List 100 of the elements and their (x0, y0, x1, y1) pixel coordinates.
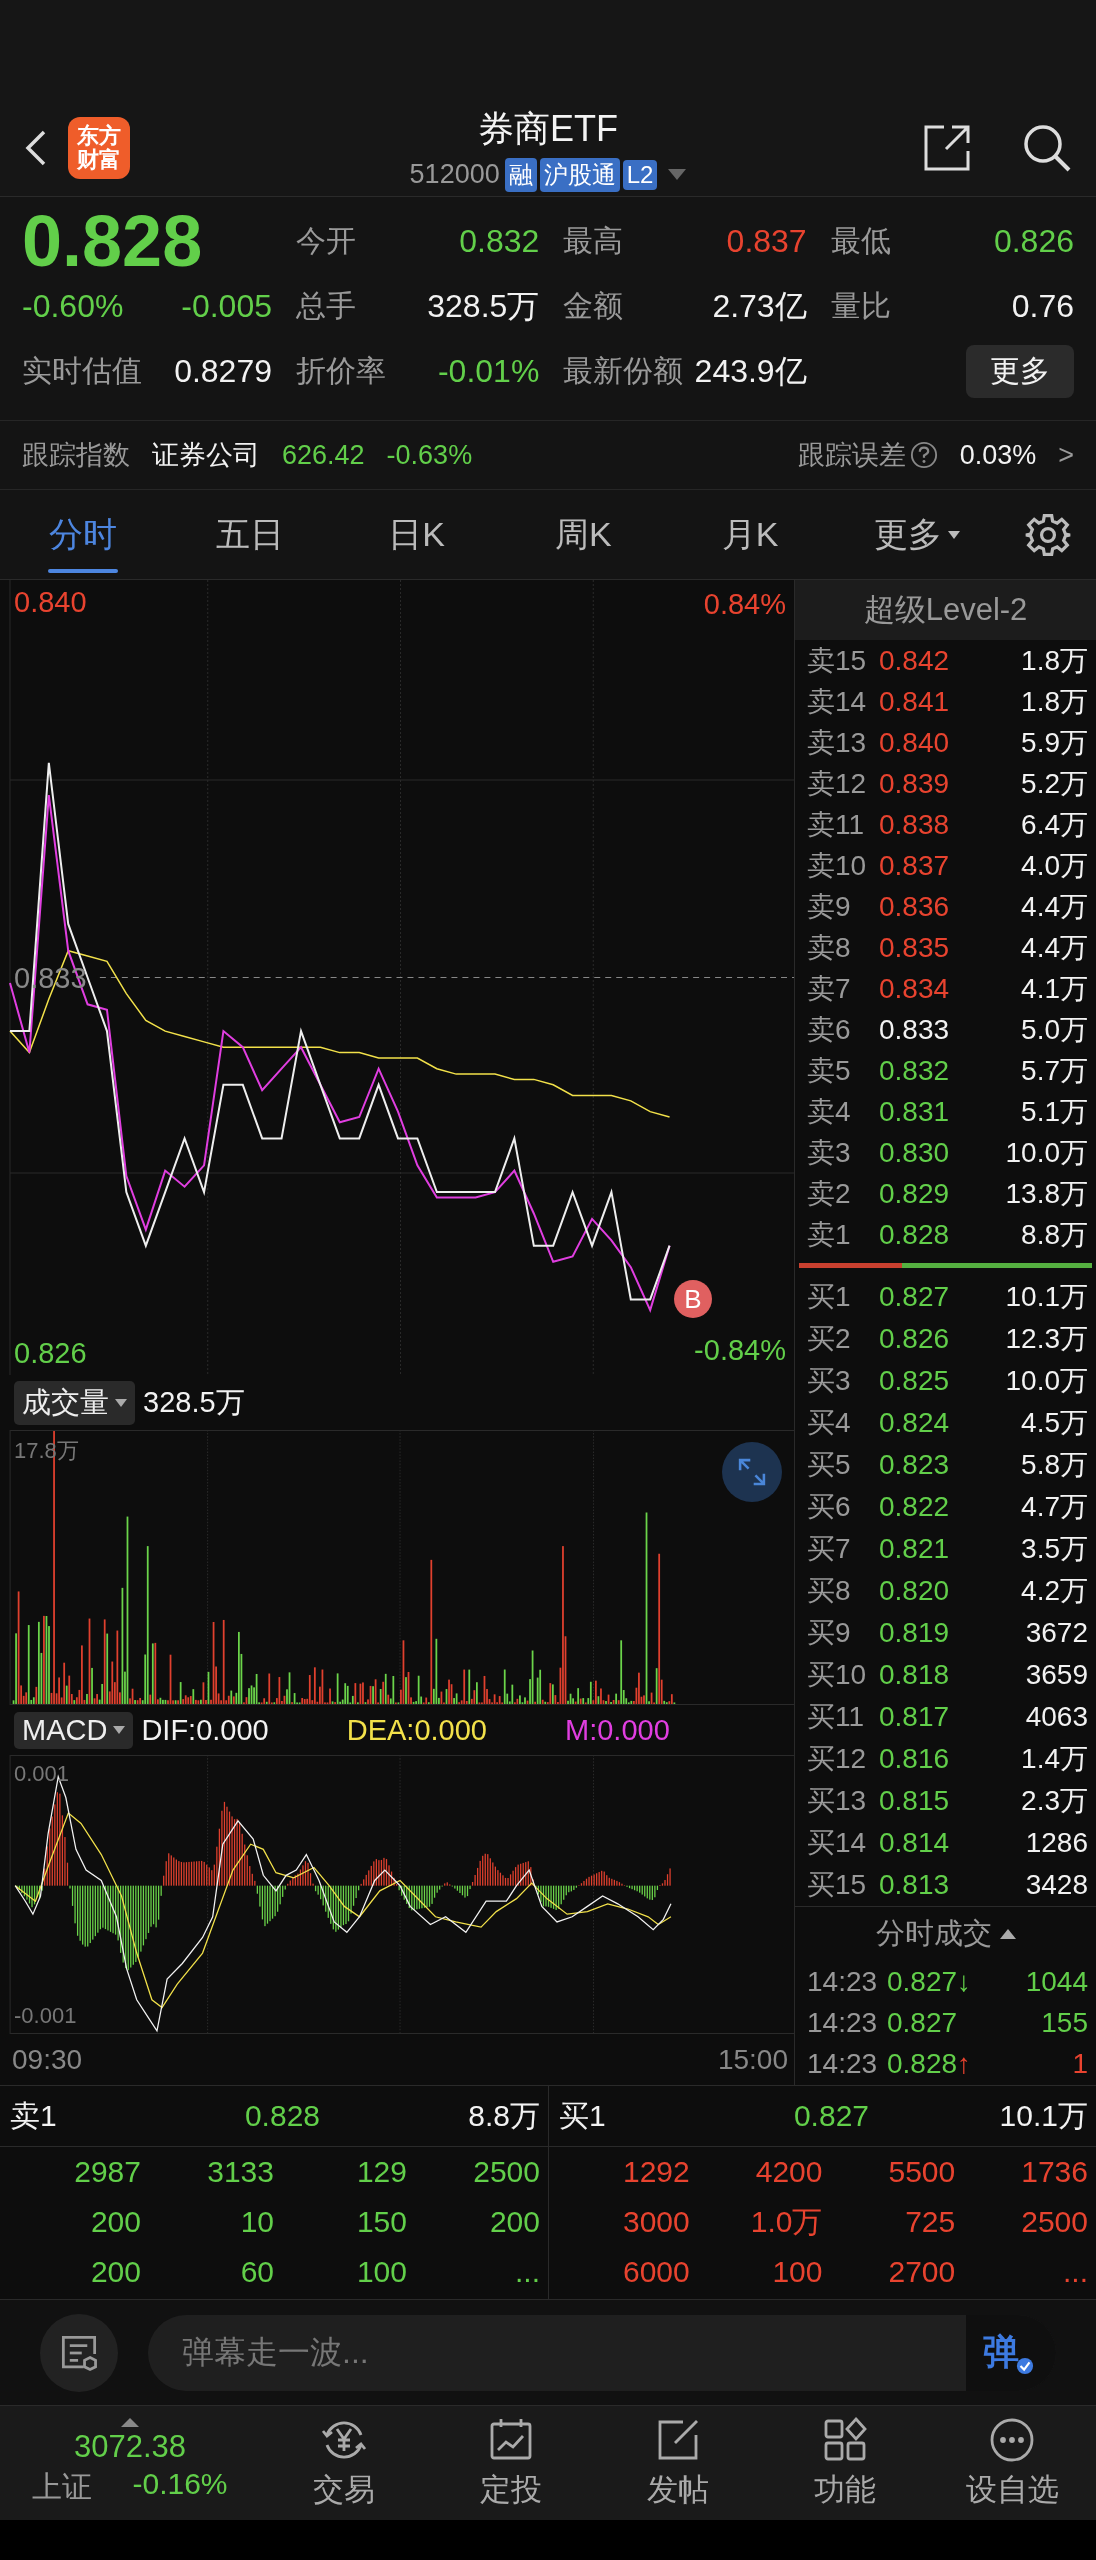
trades-title[interactable]: 分时成交 (875, 1914, 992, 1954)
quote-label: 最低 (830, 223, 891, 259)
market-tag: 融 (504, 157, 537, 192)
index-change: -0.16% (132, 2467, 228, 2502)
time-label: 09:30 (12, 2044, 83, 2076)
bid-price: 0.825 (879, 1365, 951, 1397)
quote-value: 0.826 (993, 223, 1074, 260)
trade-volume: 1 (1071, 2047, 1088, 2080)
index-name: 上证 (32, 2469, 93, 2505)
tick-volume: 10.1万 (998, 2097, 1088, 2134)
quote-value: -0.01% (437, 353, 540, 390)
chart-tab[interactable]: 分时 (0, 490, 167, 579)
trade-time: 14:23 (807, 1965, 879, 1998)
quote-label: 折价率 (296, 353, 386, 389)
bid-price: 0.823 (879, 1449, 951, 1481)
quote-label: 今开 (296, 223, 356, 259)
tick-order-size: 2987 (73, 2155, 141, 2189)
indicator-selector[interactable]: MACD (14, 1711, 134, 1749)
search-icon[interactable] (1022, 123, 1072, 173)
bid-price: 0.821 (879, 1533, 951, 1565)
nav-item[interactable]: 设自选 (928, 2414, 1096, 2512)
dif-value: DIF:0.000 (141, 1713, 269, 1747)
stock-code: 512000 (409, 159, 500, 190)
bid-volume: 2.3万 (1020, 1784, 1088, 1818)
chart-tab[interactable]: 周K (500, 490, 667, 579)
bid-price: 0.814 (879, 1827, 951, 1859)
tick-order-size: 100 (771, 2255, 823, 2289)
trade-time: 14:23 (807, 2006, 879, 2039)
tick-order-size: 200 (488, 2205, 540, 2239)
tick-order-size: 1292 (622, 2155, 690, 2189)
bid-volume: 10.0万 (1004, 1364, 1088, 1398)
index-name[interactable]: 证券公司 (152, 437, 260, 473)
last-price: 0.828 (22, 209, 204, 274)
chart-tab[interactable]: 日K (333, 490, 500, 579)
nav-item[interactable]: 发帖 (594, 2414, 762, 2512)
bid-label: 买3 (807, 1364, 852, 1398)
tick-side-label: 买1 (559, 2097, 607, 2134)
indicator-selector[interactable]: 成交量 (14, 1380, 135, 1425)
comment-input-field[interactable]: 弹幕走一波... 弹 (148, 2314, 1056, 2391)
volume-total: 328.5万 (143, 1384, 245, 1420)
chart-tab[interactable]: 月K (666, 490, 834, 579)
axis-label: -0.001 (14, 2003, 77, 2029)
ask-label: 卖13 (807, 725, 868, 760)
trade-time: 14:23 (807, 2047, 879, 2080)
nav-item[interactable]: 功能 (761, 2414, 929, 2512)
bid-price: 0.815 (879, 1785, 951, 1817)
share-icon[interactable] (922, 123, 972, 173)
index-ticker[interactable]: 3072.38 上证 -0.16% (0, 2418, 260, 2508)
tick-order-size: 200 (89, 2255, 141, 2289)
tick-order-size: 100 (355, 2255, 407, 2289)
tick-order-size: 6000 (622, 2255, 690, 2289)
back-icon[interactable] (24, 128, 48, 168)
ask-volume: 10.0万 (1004, 1135, 1088, 1170)
collapse-caret-icon[interactable] (999, 1929, 1016, 1939)
bid-label: 买11 (807, 1700, 866, 1734)
bid-label: 买4 (807, 1406, 852, 1440)
time-label: 15:00 (717, 2044, 788, 2076)
help-icon[interactable] (909, 441, 938, 469)
ask-label: 卖7 (807, 971, 852, 1006)
bid-label: 买14 (807, 1826, 868, 1860)
bid-volume: 5.8万 (1020, 1448, 1088, 1482)
settings-icon[interactable] (1025, 511, 1072, 558)
dropdown-caret-icon[interactable] (668, 169, 687, 180)
tick-order-size: 60 (239, 2255, 274, 2289)
bid-price: 0.824 (879, 1407, 951, 1439)
quote-label: 量比 (830, 288, 891, 324)
dea-value: DEA:0.000 (346, 1713, 487, 1747)
danmaku-button[interactable]: 弹 (966, 2314, 1056, 2391)
tick-order-size: 725 (904, 2205, 956, 2239)
ask-volume: 5.7万 (1020, 1053, 1088, 1088)
ask-label: 卖6 (807, 1012, 852, 1047)
chart-tab[interactable]: 五日 (166, 490, 334, 579)
ask-volume: 1.8万 (1020, 643, 1088, 678)
nav-item[interactable]: 定投 (427, 2414, 595, 2512)
change-amount: -0.005 (181, 288, 272, 325)
expand-button[interactable] (722, 1442, 782, 1502)
ask-volume: 4.0万 (1020, 848, 1088, 883)
more-button[interactable]: 更多 (966, 345, 1074, 398)
chart-tab[interactable]: 更多 (833, 490, 1001, 579)
ask-label: 卖5 (807, 1053, 852, 1088)
ask-price: 0.830 (879, 1136, 951, 1169)
ask-price: 0.828 (879, 1218, 951, 1251)
tick-order-size: 10 (239, 2205, 274, 2239)
ask-price: 0.829 (879, 1177, 951, 1210)
tracking-error-value: 0.03% (959, 439, 1037, 471)
bid-label: 买13 (807, 1784, 868, 1818)
ask-price: 0.838 (879, 808, 951, 841)
level2-header[interactable]: 超级Level-2 (795, 580, 1096, 640)
change-percent: -0.60% (22, 288, 124, 325)
direction-arrow: ↑ (957, 2047, 972, 2080)
trade-price: 0.828 (887, 2047, 958, 2080)
ask-volume: 5.1万 (1020, 1094, 1088, 1129)
tick-order-size: 1736 (1020, 2155, 1088, 2189)
bid-price: 0.818 (879, 1659, 951, 1691)
chevron-glyph[interactable]: > (1058, 439, 1074, 471)
nav-item[interactable]: 交易 (260, 2414, 428, 2512)
tick-side-label: 卖1 (10, 2097, 58, 2134)
quote-label: 总手 (296, 288, 356, 324)
bid-price: 0.826 (879, 1323, 951, 1355)
bid-volume: 1286 (1024, 1827, 1088, 1859)
